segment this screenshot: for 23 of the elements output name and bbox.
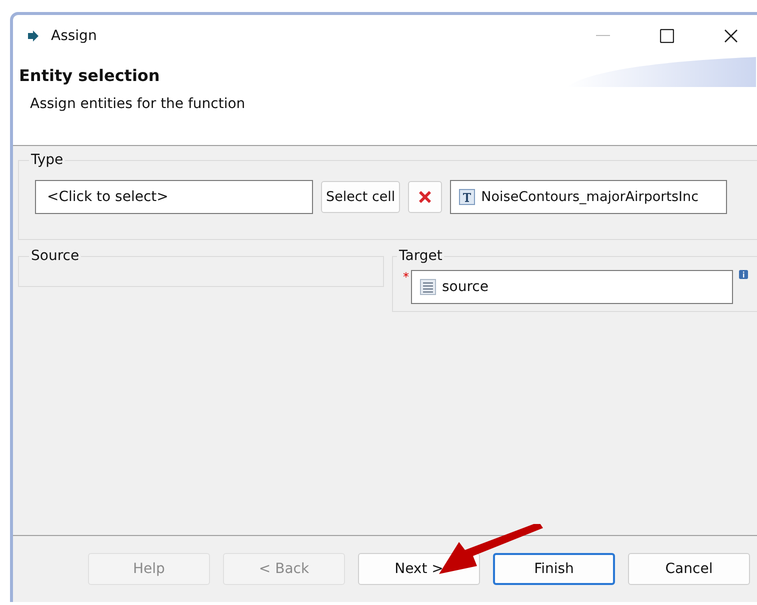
page-title: Entity selection: [19, 66, 160, 85]
group-label: Type: [30, 152, 64, 168]
required-mark: *: [403, 270, 409, 284]
group-label: Source: [30, 248, 80, 264]
type-value-field[interactable]: NoiseContours_majorAirportsInc: [450, 180, 728, 214]
dialog-button[interactable]: Finish: [493, 553, 615, 585]
type-selector-field[interactable]: <Click to select>: [35, 180, 313, 214]
info-icon: [739, 270, 748, 279]
field-value: source: [442, 279, 488, 295]
arrow-icon: [27, 30, 39, 42]
page-description: Assign entities for the function: [29, 95, 246, 112]
close-icon[interactable]: [724, 29, 738, 43]
window-title: Assign: [51, 28, 97, 44]
dialog-button[interactable]: Cancel: [628, 553, 750, 585]
clear-icon: [417, 189, 434, 205]
type-value: NoiseContours_majorAirportsInc: [481, 189, 698, 205]
maximize-icon[interactable]: [660, 29, 674, 43]
list-icon: [420, 279, 436, 295]
select-cell-button[interactable]: Select cell: [321, 181, 400, 213]
clear-button[interactable]: [408, 181, 442, 213]
group-label: Target: [398, 248, 444, 264]
type-icon: [459, 189, 476, 205]
target-field[interactable]: source: [411, 270, 733, 304]
